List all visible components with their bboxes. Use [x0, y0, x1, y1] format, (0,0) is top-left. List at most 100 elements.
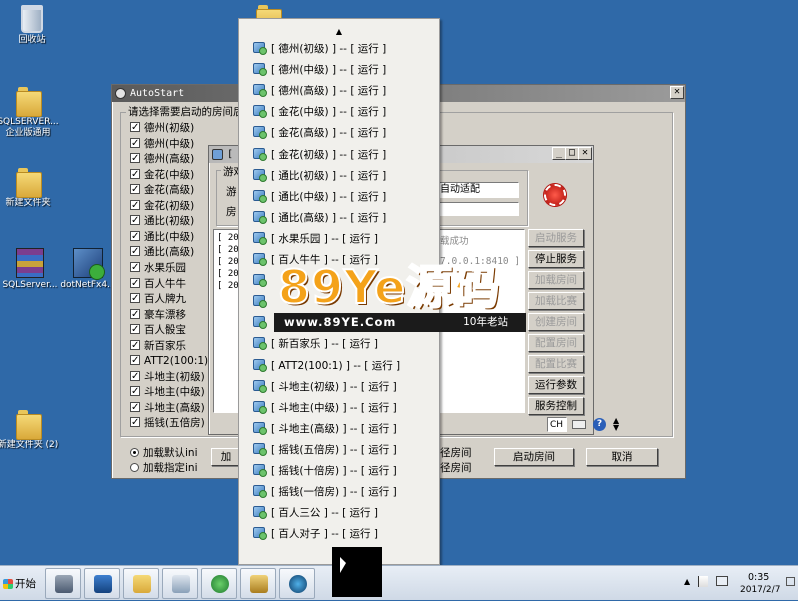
checkbox[interactable] — [130, 213, 140, 228]
server-button[interactable]: 停止服务 — [528, 250, 584, 268]
room-checkbox-item[interactable]: 百人牌九 — [130, 291, 186, 307]
desktop-icon-sqlserver-folder[interactable]: SQLSERVER... 企业版通用 — [0, 85, 60, 139]
menu-item-room[interactable]: [ 斗地主(高级) ] -- [ 运行 ] — [253, 419, 397, 440]
options-arrow-icon[interactable]: ▲ ▼ — [613, 417, 619, 432]
room-checkbox-item[interactable]: ATT2(100:1) — [130, 353, 208, 369]
room-checkbox-item[interactable]: 金花(中级) — [130, 167, 194, 183]
checkbox[interactable] — [130, 353, 140, 368]
menu-item-room[interactable]: [ 德州(高级) ] -- [ 运行 ] — [253, 81, 386, 102]
checkbox[interactable] — [130, 322, 140, 337]
menu-item-room[interactable]: [ 斗地主(中级) ] -- [ 运行 ] — [253, 398, 397, 419]
menu-item-room[interactable]: [ 通比(初级) ] -- [ 运行 ] — [253, 166, 386, 187]
checkbox[interactable] — [130, 369, 140, 384]
checkbox[interactable] — [130, 244, 140, 259]
taskbar-file-explorer[interactable] — [123, 568, 159, 599]
desktop-icon-new-folder-2[interactable]: 新建文件夹 (2) — [0, 408, 60, 451]
room-checkbox-item[interactable]: 金花(初级) — [130, 198, 194, 214]
menu-item-room[interactable]: [ 摇钱(五倍房) ] -- [ 运行 ] — [253, 440, 397, 461]
taskbar-server-manager[interactable] — [45, 568, 81, 599]
menu-item-room[interactable]: [ 摇钱(十倍房) ] -- [ 运行 ] — [253, 461, 397, 482]
maximize-button[interactable]: □ — [565, 147, 579, 160]
clock-time[interactable]: 0:35 — [748, 572, 769, 583]
checkbox[interactable] — [130, 182, 140, 197]
checkbox[interactable] — [130, 120, 140, 135]
checkbox[interactable] — [130, 136, 140, 151]
room-checkbox-item[interactable]: 德州(高级) — [130, 151, 194, 167]
checkbox[interactable] — [130, 276, 140, 291]
menu-item-room[interactable] — [253, 271, 271, 292]
start-room-button[interactable]: 启动房间 — [494, 448, 574, 466]
keyboard-icon[interactable] — [572, 420, 586, 429]
checkbox[interactable] — [130, 384, 140, 399]
server-button[interactable]: 启动服务 — [528, 229, 584, 247]
room-checkbox-item[interactable]: 百人骰宝 — [130, 322, 186, 338]
close-button[interactable]: ✕ — [578, 147, 592, 160]
room-checkbox-item[interactable]: 通比(初级) — [130, 213, 194, 229]
menu-item-room[interactable]: [ ATT2(100:1) ] -- [ 运行 ] — [253, 356, 400, 377]
room-checkbox-item[interactable]: 斗地主(高级) — [130, 400, 205, 416]
taskbar-browser[interactable] — [279, 568, 315, 599]
room-checkbox-item[interactable]: 摇钱(五倍房) — [130, 415, 205, 431]
auto-adapt-field[interactable]: 自动适配 — [437, 182, 519, 198]
menu-item-room[interactable] — [253, 292, 271, 313]
server-button[interactable]: 创建房间 — [528, 313, 584, 331]
menu-item-room[interactable]: [ 金花(中级) ] -- [ 运行 ] — [253, 102, 386, 123]
desktop-icon-recycle-bin[interactable]: 回收站 — [0, 5, 64, 46]
tray-expand-icon[interactable]: ▲ — [684, 577, 690, 586]
checkbox[interactable] — [130, 400, 140, 415]
room-checkbox-item[interactable]: 德州(中级) — [130, 136, 194, 152]
taskbar-key-tools[interactable] — [240, 568, 276, 599]
show-desktop-icon[interactable] — [786, 577, 795, 586]
menu-item-room[interactable]: [ 摇钱(一倍房) ] -- [ 运行 ] — [253, 482, 397, 503]
radio-default-ini[interactable]: 加载默认ini — [130, 445, 198, 460]
room-checkbox-item[interactable]: 金花(高级) — [130, 182, 194, 198]
menu-item-room[interactable]: [ 德州(初级) ] -- [ 运行 ] — [253, 39, 386, 60]
room-checkbox-item[interactable]: 斗地主(初级) — [130, 369, 205, 385]
menu-item-room[interactable]: [ 斗地主(初级) ] -- [ 运行 ] — [253, 377, 397, 398]
room-checkbox-item[interactable]: 水果乐园 — [130, 260, 186, 276]
taskbar-recycle-arrows[interactable] — [201, 568, 237, 599]
taskbar-powershell[interactable] — [84, 568, 120, 599]
checkbox[interactable] — [130, 291, 140, 306]
network-icon[interactable] — [716, 576, 728, 586]
server-button[interactable]: 加载房间 — [528, 271, 584, 289]
load-button[interactable]: 加 — [211, 448, 241, 466]
menu-item-room[interactable]: [ 百人三公 ] -- [ 运行 ] — [253, 503, 378, 524]
checkbox[interactable] — [130, 260, 140, 275]
checkbox[interactable] — [130, 338, 140, 353]
taskbar-network-tool[interactable] — [162, 568, 198, 599]
menu-item-room[interactable] — [253, 313, 271, 334]
checkbox[interactable] — [130, 415, 140, 430]
menu-item-room[interactable]: [ 水果乐园 ] -- [ 运行 ] — [253, 229, 378, 250]
room-checkbox-item[interactable]: 斗地主(中级) — [130, 384, 205, 400]
menu-item-room[interactable]: [ 金花(高级) ] -- [ 运行 ] — [253, 123, 386, 144]
server-button[interactable]: 配置比赛 — [528, 355, 584, 373]
server-button[interactable]: 配置房间 — [528, 334, 584, 352]
server-button[interactable]: 运行参数 — [528, 376, 584, 394]
menu-item-room[interactable]: [ 百人对子 ] -- [ 运行 ] — [253, 524, 378, 545]
room-checkbox-item[interactable]: 通比(中级) — [130, 229, 194, 245]
menu-item-room[interactable]: [ 德州(中级) ] -- [ 运行 ] — [253, 60, 386, 81]
start-button[interactable]: 开始 — [1, 570, 39, 598]
server-button[interactable]: 加载比赛 — [528, 292, 584, 310]
server-button[interactable]: 服务控制 — [528, 397, 584, 415]
desktop-icon-new-folder[interactable]: 新建文件夹 — [0, 166, 60, 209]
desktop-icon-sqlserver-archive[interactable]: SQLServer... — [0, 248, 62, 291]
menu-item-room[interactable]: [ 通比(中级) ] -- [ 运行 ] — [253, 187, 386, 208]
room-checkbox-item[interactable]: 德州(初级) — [130, 120, 194, 136]
room-checkbox-item[interactable]: 豪车漂移 — [130, 307, 186, 323]
cancel-button[interactable]: 取消 — [586, 448, 658, 466]
room-checkbox-item[interactable]: 通比(高级) — [130, 244, 194, 260]
menu-item-room[interactable]: [ 金花(初级) ] -- [ 运行 ] — [253, 145, 386, 166]
checkbox[interactable] — [130, 307, 140, 322]
checkbox[interactable] — [130, 151, 140, 166]
clock-date[interactable]: 2017/2/7 — [740, 585, 780, 595]
room-checkbox-item[interactable]: 新百家乐 — [130, 338, 186, 354]
menu-item-room[interactable]: [ 通比(高级) ] -- [ 运行 ] — [253, 208, 386, 229]
room-field[interactable] — [437, 202, 519, 216]
checkbox[interactable] — [130, 167, 140, 182]
close-button[interactable]: ✕ — [670, 86, 684, 99]
room-checkbox-item[interactable]: 百人牛牛 — [130, 276, 186, 292]
flag-icon[interactable] — [698, 576, 708, 587]
scroll-up-arrow[interactable]: ▲ — [239, 27, 439, 36]
